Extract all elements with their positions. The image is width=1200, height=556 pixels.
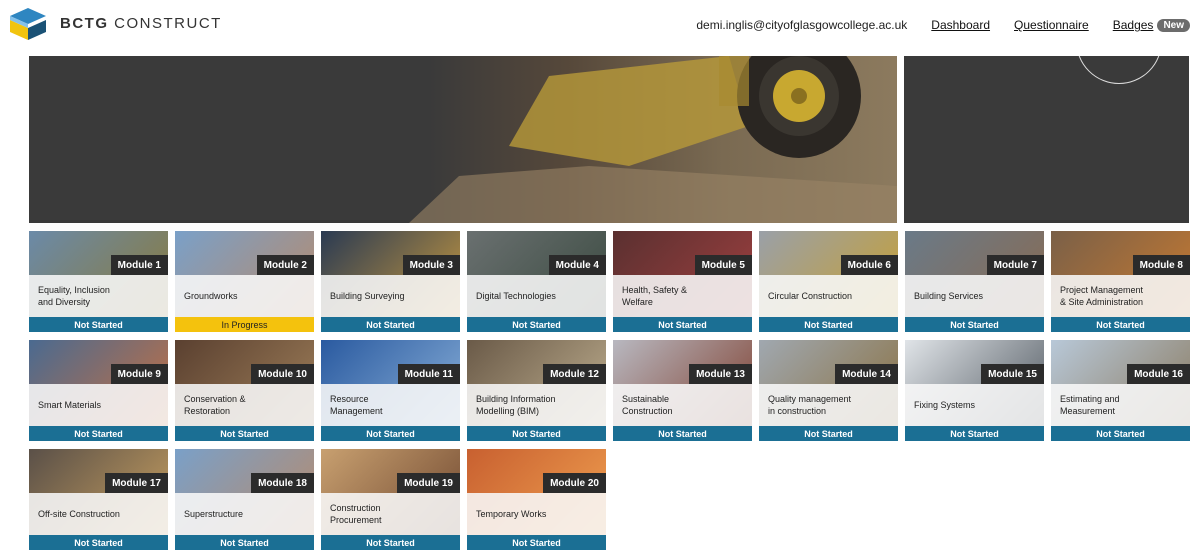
module-title: Smart Materials	[38, 400, 102, 410]
module-title: Building Information Modelling (BIM)	[476, 394, 556, 416]
module-card[interactable]: Module 3 Building Surveying Not Started	[321, 231, 460, 332]
decorative-circle	[1076, 56, 1162, 84]
module-card[interactable]: Module 14 Quality management in construct…	[759, 340, 898, 441]
module-status-bar: Not Started	[321, 317, 460, 332]
bulldozer-illustration	[409, 56, 897, 223]
module-title: Estimating and Measurement	[1060, 394, 1120, 416]
module-number-tag: Module 2	[256, 255, 314, 275]
bctg-logo-icon[interactable]	[6, 6, 50, 42]
brand-rest: CONSTRUCT	[108, 15, 222, 32]
module-title: Health, Safety & Welfare	[622, 285, 688, 307]
brand-bold: BCTG	[60, 15, 109, 32]
module-card[interactable]: Module 15 Fixing Systems Not Started	[905, 340, 1044, 441]
brand-name[interactable]: BCTG CONSTRUCT	[60, 15, 222, 32]
module-status-bar: Not Started	[759, 317, 898, 332]
module-title: Building Services	[914, 291, 984, 301]
module-title: Fixing Systems	[914, 400, 976, 410]
module-status-bar: Not Started	[29, 317, 168, 332]
module-status-bar: Not Started	[175, 535, 314, 550]
top-header: BCTG CONSTRUCT demi.inglis@cityofglasgow…	[0, 0, 1200, 56]
module-status-bar: Not Started	[1051, 426, 1190, 441]
module-title: Temporary Works	[476, 509, 547, 519]
module-number-tag: Module 3	[402, 255, 460, 275]
module-status-bar: Not Started	[321, 535, 460, 550]
module-card[interactable]: Module 20 Temporary Works Not Started	[467, 449, 606, 550]
module-number-tag: Module 7	[986, 255, 1044, 275]
module-status-bar: Not Started	[467, 535, 606, 550]
module-title: Building Surveying	[330, 291, 405, 301]
module-card[interactable]: Module 17 Off-site Construction Not Starte…	[29, 449, 168, 550]
module-status-bar: Not Started	[29, 535, 168, 550]
top-nav: demi.inglis@cityofglasgowcollege.ac.uk D…	[696, 0, 1200, 50]
module-title: Construction Procurement	[330, 503, 382, 525]
module-title: Off-site Construction	[38, 509, 120, 519]
module-number-tag: Module 19	[397, 473, 460, 493]
module-status-bar: Not Started	[467, 426, 606, 441]
module-number-tag: Module 17	[105, 473, 168, 493]
new-badge: New	[1157, 18, 1190, 32]
module-card[interactable]: Module 12 Building Information Modelling …	[467, 340, 606, 441]
module-title: Sustainable Construction	[622, 394, 673, 416]
module-card[interactable]: Module 1 Equality, Inclusion and Diversit…	[29, 231, 168, 332]
module-number-tag: Module 12	[543, 364, 606, 384]
module-number-tag: Module 18	[251, 473, 314, 493]
module-number-tag: Module 10	[251, 364, 314, 384]
nav-badges-link[interactable]: Badges	[1113, 18, 1154, 32]
module-title: Superstructure	[184, 509, 244, 519]
module-card[interactable]: Module 10 Conservation & Restoration Not S…	[175, 340, 314, 441]
module-card[interactable]: Module 2 Groundworks In Progress	[175, 231, 314, 332]
module-title: Digital Technologies	[476, 291, 556, 301]
module-card[interactable]: Module 18 Superstructure Not Started	[175, 449, 314, 550]
module-status-bar: Not Started	[1051, 317, 1190, 332]
module-title: Quality management in construction	[768, 394, 852, 416]
module-card[interactable]: Module 13 Sustainable Construction Not Sta…	[613, 340, 752, 441]
nav-questionnaire-link[interactable]: Questionnaire	[1014, 18, 1089, 32]
module-title: Equality, Inclusion and Diversity	[38, 285, 110, 307]
module-number-tag: Module 14	[835, 364, 898, 384]
module-number-tag: Module 20	[543, 473, 606, 493]
module-status-bar: In Progress	[175, 317, 314, 332]
hero-banner	[29, 56, 897, 223]
module-status-bar: Not Started	[613, 426, 752, 441]
hero-side-panel	[904, 56, 1189, 223]
module-card[interactable]: Module 11 Resource Management Not Started	[321, 340, 460, 441]
module-status-bar: Not Started	[613, 317, 752, 332]
module-title: Resource Management	[330, 394, 383, 416]
module-card[interactable]: Module 5 Health, Safety & Welfare Not Star…	[613, 231, 752, 332]
module-number-tag: Module 5	[694, 255, 752, 275]
module-status-bar: Not Started	[29, 426, 168, 441]
module-status-bar: Not Started	[759, 426, 898, 441]
module-title: Conservation & Restoration	[184, 394, 246, 416]
module-number-tag: Module 6	[840, 255, 898, 275]
module-number-tag: Module 9	[110, 364, 168, 384]
module-status-bar: Not Started	[321, 426, 460, 441]
module-status-bar: Not Started	[467, 317, 606, 332]
module-card[interactable]: Module 4 Digital Technologies Not Started	[467, 231, 606, 332]
module-card[interactable]: Module 6 Circular Construction Not Started	[759, 231, 898, 332]
module-number-tag: Module 4	[548, 255, 606, 275]
module-number-tag: Module 15	[981, 364, 1044, 384]
module-title: Groundworks	[184, 291, 238, 301]
nav-badges: Badges New	[1113, 18, 1190, 32]
module-title: Project Management & Site Administration	[1060, 285, 1144, 307]
module-title: Circular Construction	[768, 291, 853, 301]
module-number-tag: Module 8	[1132, 255, 1190, 275]
module-card[interactable]: Module 8 Project Management & Site Admini…	[1051, 231, 1190, 332]
module-number-tag: Module 11	[397, 364, 460, 384]
module-number-tag: Module 1	[110, 255, 168, 275]
module-status-bar: Not Started	[175, 426, 314, 441]
module-card[interactable]: Module 9 Smart Materials Not Started	[29, 340, 168, 441]
module-number-tag: Module 13	[689, 364, 752, 384]
user-email: demi.inglis@cityofglasgowcollege.ac.uk	[696, 18, 908, 32]
module-card[interactable]: Module 7 Building Services Not Started	[905, 231, 1044, 332]
module-card[interactable]: Module 16 Estimating and Measurement Not S…	[1051, 340, 1190, 441]
nav-dashboard-link[interactable]: Dashboard	[931, 18, 990, 32]
module-card[interactable]: Module 19 Construction Procurement Not Sta…	[321, 449, 460, 550]
module-number-tag: Module 16	[1127, 364, 1190, 384]
module-status-bar: Not Started	[905, 317, 1044, 332]
module-status-bar: Not Started	[905, 426, 1044, 441]
